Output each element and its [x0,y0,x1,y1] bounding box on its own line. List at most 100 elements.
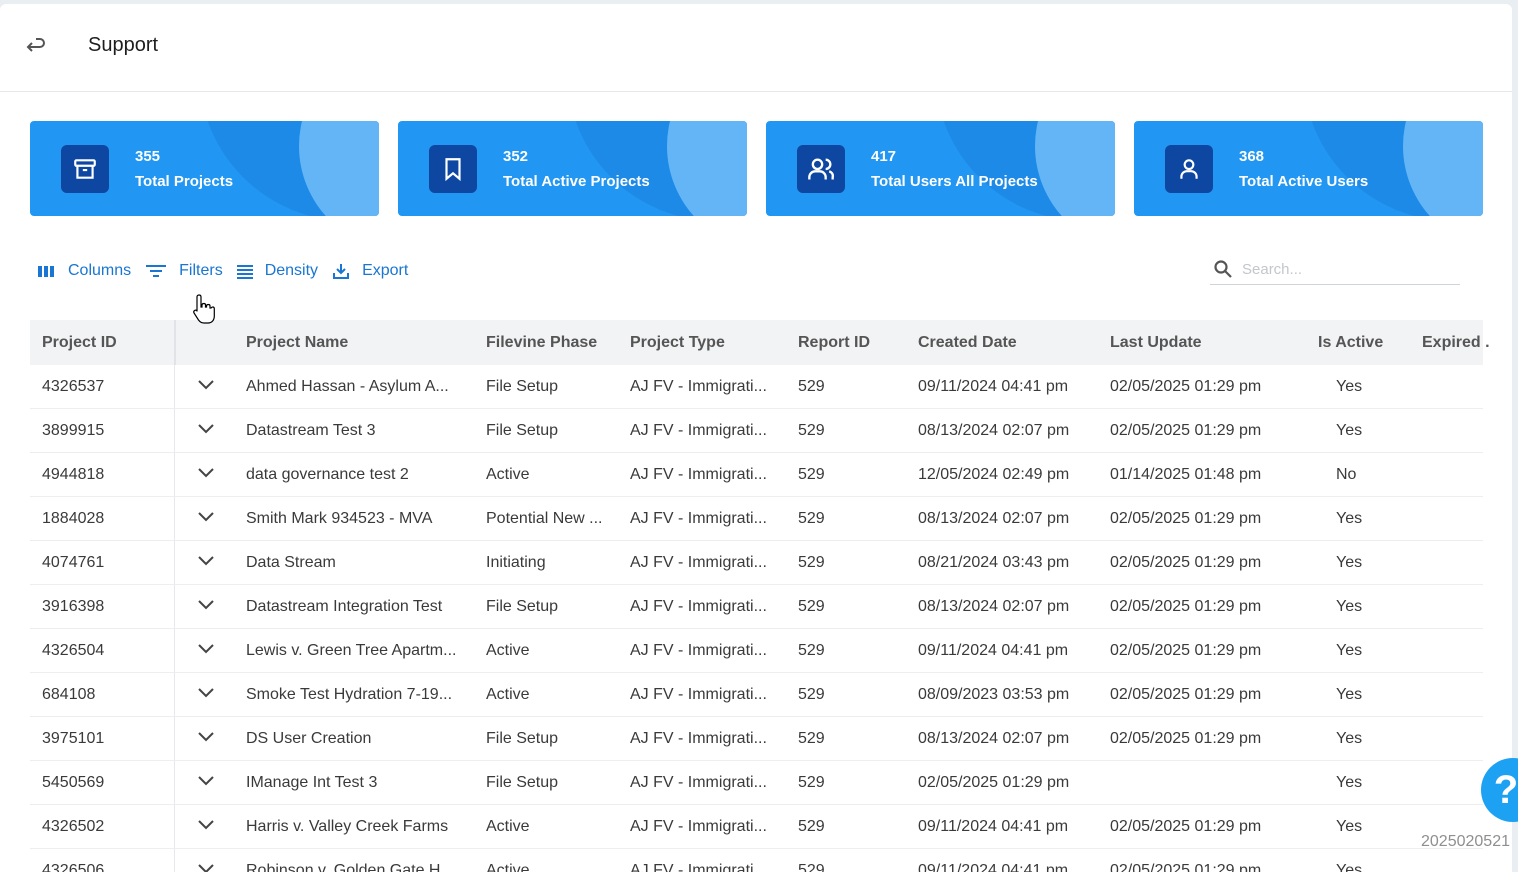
cell-last-update: 02/05/2025 01:29 pm [1110,730,1262,747]
cell-filevine-phase: File Setup [486,598,559,615]
expand-row-chevron-down-icon[interactable] [196,639,216,659]
watermark-text: 2025020521 [1421,833,1510,850]
table-row[interactable]: 4326506 Robinson v. Golden Gate H... Activ… [30,849,1483,872]
cell-created-date: 09/11/2024 04:41 pm [918,862,1069,872]
user-icon [1165,145,1213,193]
cell-project-id: 4074761 [42,554,105,571]
cell-report-id: 529 [798,510,825,527]
cell-last-update: 02/05/2025 01:29 pm [1110,598,1262,615]
expand-row-chevron-down-icon[interactable] [196,419,216,439]
cell-project-id: 3916398 [42,598,105,615]
column-header-project-name[interactable]: Project Name [246,320,348,365]
cell-project-id: 3899915 [42,422,105,439]
stat-label: Total Users All Projects [871,173,1038,190]
export-button[interactable]: Export [332,262,408,280]
users-icon [797,145,845,193]
cell-created-date: 08/21/2024 03:43 pm [918,554,1070,571]
table-row[interactable]: 1884028 Smith Mark 934523 - MVA Potential … [30,497,1483,541]
cell-project-id: 4326537 [42,378,105,395]
cell-last-update: 02/05/2025 01:29 pm [1110,378,1262,395]
expand-row-chevron-down-icon[interactable] [196,815,216,835]
cell-is-active: Yes [1336,554,1363,571]
column-header-last-update[interactable]: Last Update [1110,320,1202,365]
filters-label: Filters [179,262,223,279]
column-header-report-id[interactable]: Report ID [798,320,870,365]
cell-created-date: 09/11/2024 04:41 pm [918,378,1069,395]
cell-project-name: Robinson v. Golden Gate H... [246,862,454,872]
cell-report-id: 529 [798,598,825,615]
cell-project-id: 4326506 [42,862,105,872]
expand-row-chevron-down-icon[interactable] [196,595,216,615]
cell-report-id: 529 [798,774,825,791]
expand-row-chevron-down-icon[interactable] [196,683,216,703]
cell-filevine-phase: File Setup [486,774,559,791]
table-row[interactable]: 3899915 Datastream Test 3 File Setup AJ FV … [30,409,1483,453]
cell-project-type: AJ FV - Immigrati... [630,686,767,703]
cell-project-id: 4326504 [42,642,105,659]
table-row[interactable]: 684108 Smoke Test Hydration 7-19... Active… [30,673,1483,717]
cell-is-active: Yes [1336,378,1363,395]
cell-project-type: AJ FV - Immigrati... [630,642,767,659]
cell-is-active: Yes [1336,730,1363,747]
bookmark-icon [429,145,477,193]
table-row[interactable]: 3975101 DS User Creation File Setup AJ FV -… [30,717,1483,761]
cell-project-type: AJ FV - Immigrati... [630,378,767,395]
cell-report-id: 529 [798,554,825,571]
cell-is-active: Yes [1336,422,1363,439]
table-row[interactable]: 4326504 Lewis v. Green Tree Apartm... Acti… [30,629,1483,673]
back-button[interactable] [22,34,50,60]
filters-button[interactable]: Filters [145,262,223,280]
cell-project-type: AJ FV - Immigrati... [630,818,767,835]
cell-is-active: Yes [1336,774,1363,791]
expand-row-chevron-down-icon[interactable] [196,771,216,791]
density-button[interactable]: Density [236,262,319,280]
table-row[interactable]: 4074761 Data Stream Initiating AJ FV - Immi… [30,541,1483,585]
expand-row-chevron-down-icon[interactable] [196,551,216,571]
search-icon [1214,260,1232,278]
stat-label: Total Active Users [1239,173,1369,190]
cell-is-active: Yes [1336,818,1363,835]
cell-report-id: 529 [798,730,825,747]
cell-filevine-phase: File Setup [486,422,559,439]
columns-button[interactable]: Columns [36,262,131,280]
cell-last-update: 02/05/2025 01:29 pm [1110,862,1262,872]
table-row[interactable]: 4944818 data governance test 2 Active AJ FV… [30,453,1483,497]
table-row[interactable]: 4326537 Ahmed Hassan - Asylum A... File Se… [30,365,1483,409]
search-input[interactable] [1240,257,1459,281]
stat-value: 355 [135,148,161,165]
expand-row-chevron-down-icon[interactable] [196,507,216,527]
cell-filevine-phase: Potential New ... [486,510,603,527]
stat-label: Total Projects [135,173,234,190]
columns-icon [38,266,54,277]
cell-report-id: 529 [798,466,825,483]
cell-created-date: 08/13/2024 02:07 pm [918,422,1070,439]
cell-project-type: AJ FV - Immigrati... [630,422,767,439]
expand-row-chevron-down-icon[interactable] [196,375,216,395]
table-row[interactable]: 5450569 IManage Int Test 3 File Setup AJ FV… [30,761,1483,805]
density-label: Density [264,262,319,279]
cell-last-update: 02/05/2025 01:29 pm [1110,818,1262,835]
column-header-filevine-phase[interactable]: Filevine Phase [486,320,597,365]
cell-filevine-phase: Active [486,466,530,483]
expand-row-chevron-down-icon[interactable] [196,727,216,747]
column-header-project-id[interactable]: Project ID [42,320,117,365]
cell-is-active: Yes [1336,862,1363,872]
expand-row-chevron-down-icon[interactable] [196,463,216,483]
column-header-project-type[interactable]: Project Type [630,320,725,365]
cell-filevine-phase: Active [486,862,530,872]
column-header-expired[interactable]: Expired . [1422,320,1490,365]
cell-is-active: Yes [1336,598,1363,615]
stat-card-total-projects: 355 Total Projects [30,121,379,216]
expand-row-chevron-down-icon[interactable] [196,859,216,872]
cell-project-name: data governance test 2 [246,466,409,483]
cell-is-active: Yes [1336,642,1363,659]
cell-report-id: 529 [798,378,825,395]
column-header-is-active[interactable]: Is Active [1318,320,1383,365]
projects-table: Project ID Project Name Filevine Phase P… [30,320,1490,872]
table-row[interactable]: 4326502 Harris v. Valley Creek Farms Activ… [30,805,1483,849]
cell-project-id: 3975101 [42,730,105,747]
cell-filevine-phase: File Setup [486,378,559,395]
table-row[interactable]: 3916398 Datastream Integration Test File S… [30,585,1483,629]
archive-icon [61,145,109,193]
column-header-created-date[interactable]: Created Date [918,320,1017,365]
